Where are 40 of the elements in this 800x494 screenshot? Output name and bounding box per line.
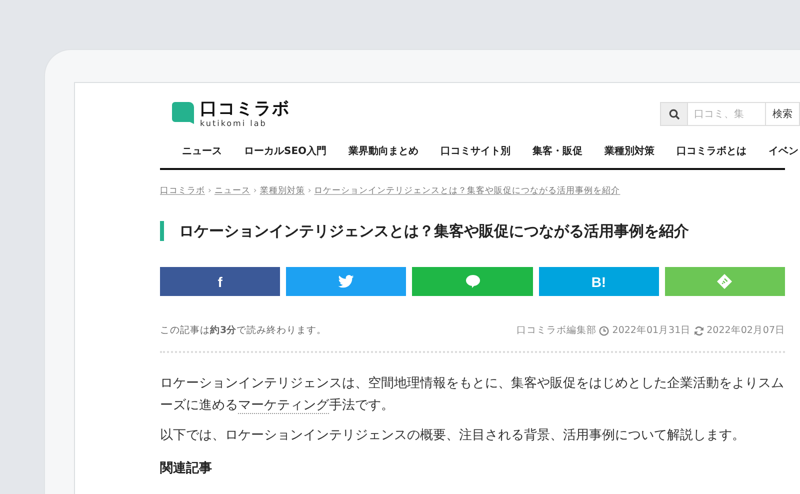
nav-link[interactable]: イベン bbox=[758, 144, 800, 158]
search-icon bbox=[668, 108, 680, 120]
published-date: 2022年01月31日 bbox=[612, 324, 691, 337]
body-paragraph: ロケーションインテリジェンスは、空間地理情報をもとに、集客や販促をはじめとした企業活動をよりスムーズに進めるマーケティング手法です。 bbox=[160, 375, 785, 416]
refresh-icon bbox=[694, 326, 704, 336]
nav-link[interactable]: 口コミサイト別 bbox=[430, 144, 522, 158]
related-articles-heading: 関連記事 bbox=[160, 460, 213, 477]
reading-time: この記事は約3分で読み終わります。 bbox=[160, 324, 327, 337]
breadcrumb-separator: › bbox=[308, 186, 312, 196]
updated-date: 2022年02月07日 bbox=[706, 324, 785, 337]
breadcrumb-link[interactable]: 業種別対策 bbox=[260, 185, 305, 197]
search-field[interactable]: 口コミ、集 bbox=[688, 102, 766, 126]
share-button[interactable] bbox=[664, 267, 786, 296]
logo-tagline: kutikomi lab bbox=[200, 120, 268, 128]
marketing-link[interactable]: マーケティング bbox=[238, 398, 329, 414]
search-button[interactable]: 検索 bbox=[766, 102, 800, 126]
breadcrumb-link[interactable]: 口コミラボ bbox=[160, 185, 205, 197]
logo-name[interactable]: 口コミラボ bbox=[200, 100, 290, 118]
share-button[interactable] bbox=[412, 267, 533, 296]
breadcrumb-separator: › bbox=[208, 186, 212, 196]
breadcrumb-link[interactable]: ニュース bbox=[214, 185, 250, 197]
nav-link[interactable]: 集客・販促 bbox=[522, 144, 594, 158]
author-name: 口コミラボ編集部 bbox=[516, 324, 596, 337]
nav-link[interactable]: 口コミラボとは bbox=[666, 144, 758, 158]
search-icon-button[interactable] bbox=[660, 102, 688, 126]
speech-bubble-logo-icon bbox=[172, 102, 194, 126]
feed-icon bbox=[717, 274, 732, 289]
body-paragraph: 以下では、ロケーションインテリジェンスの概要、注目される背景、活用事例について解説します。 bbox=[160, 427, 746, 445]
bird-icon bbox=[338, 275, 354, 288]
chat-bubble-icon bbox=[466, 275, 480, 288]
share-button[interactable] bbox=[286, 267, 406, 296]
breadcrumb-link[interactable]: ロケーションインテリジェンスとは？集客や販促につながる活用事例を紹介 bbox=[314, 185, 620, 197]
nav-link[interactable]: ニュース bbox=[160, 144, 233, 158]
clock-icon bbox=[599, 326, 610, 336]
share-button[interactable]: f bbox=[160, 267, 280, 296]
article-title: ロケーションインテリジェンスとは？集客や販促につながる活用事例を紹介 bbox=[160, 221, 785, 241]
nav-link[interactable]: 業種別対策 bbox=[594, 144, 666, 158]
nav-link[interactable]: 業界動向まとめ bbox=[338, 144, 430, 158]
nav-link[interactable]: ローカルSEO入門 bbox=[233, 144, 338, 158]
breadcrumb-separator: › bbox=[253, 186, 257, 196]
